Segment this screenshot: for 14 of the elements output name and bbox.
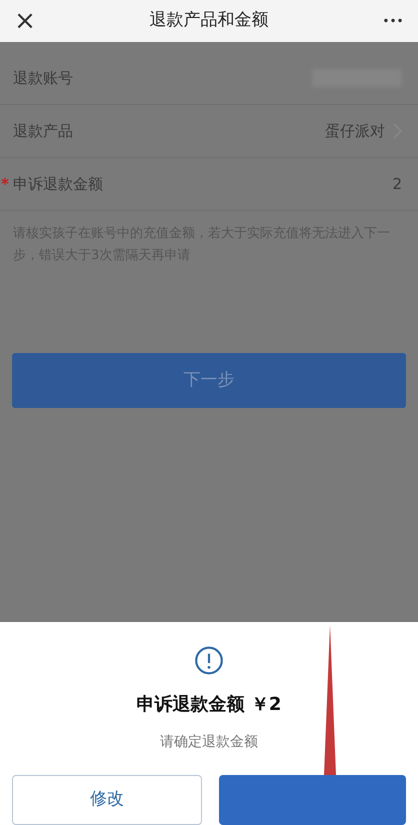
field-label: 申诉退款金额 — [13, 174, 103, 195]
dialog-title: 申诉退款金额 ￥2 — [136, 693, 282, 717]
alert-icon — [192, 646, 226, 675]
field-label: 退款产品 — [13, 120, 73, 142]
page-title: 退款产品和金额 — [148, 9, 270, 32]
more-button[interactable]: ••• — [378, 12, 408, 30]
edit-button[interactable]: 修改 — [12, 775, 202, 825]
required-mark: * — [1, 174, 9, 195]
field-value: 蛋仔派对 — [325, 120, 385, 142]
field-value: 2 — [392, 174, 402, 195]
dialog-subtitle: 请确定退款金额 — [160, 733, 258, 752]
field-label: 退款账号 — [13, 68, 73, 89]
close-button[interactable]: × — [10, 8, 40, 34]
confirm-button[interactable] — [218, 775, 406, 825]
